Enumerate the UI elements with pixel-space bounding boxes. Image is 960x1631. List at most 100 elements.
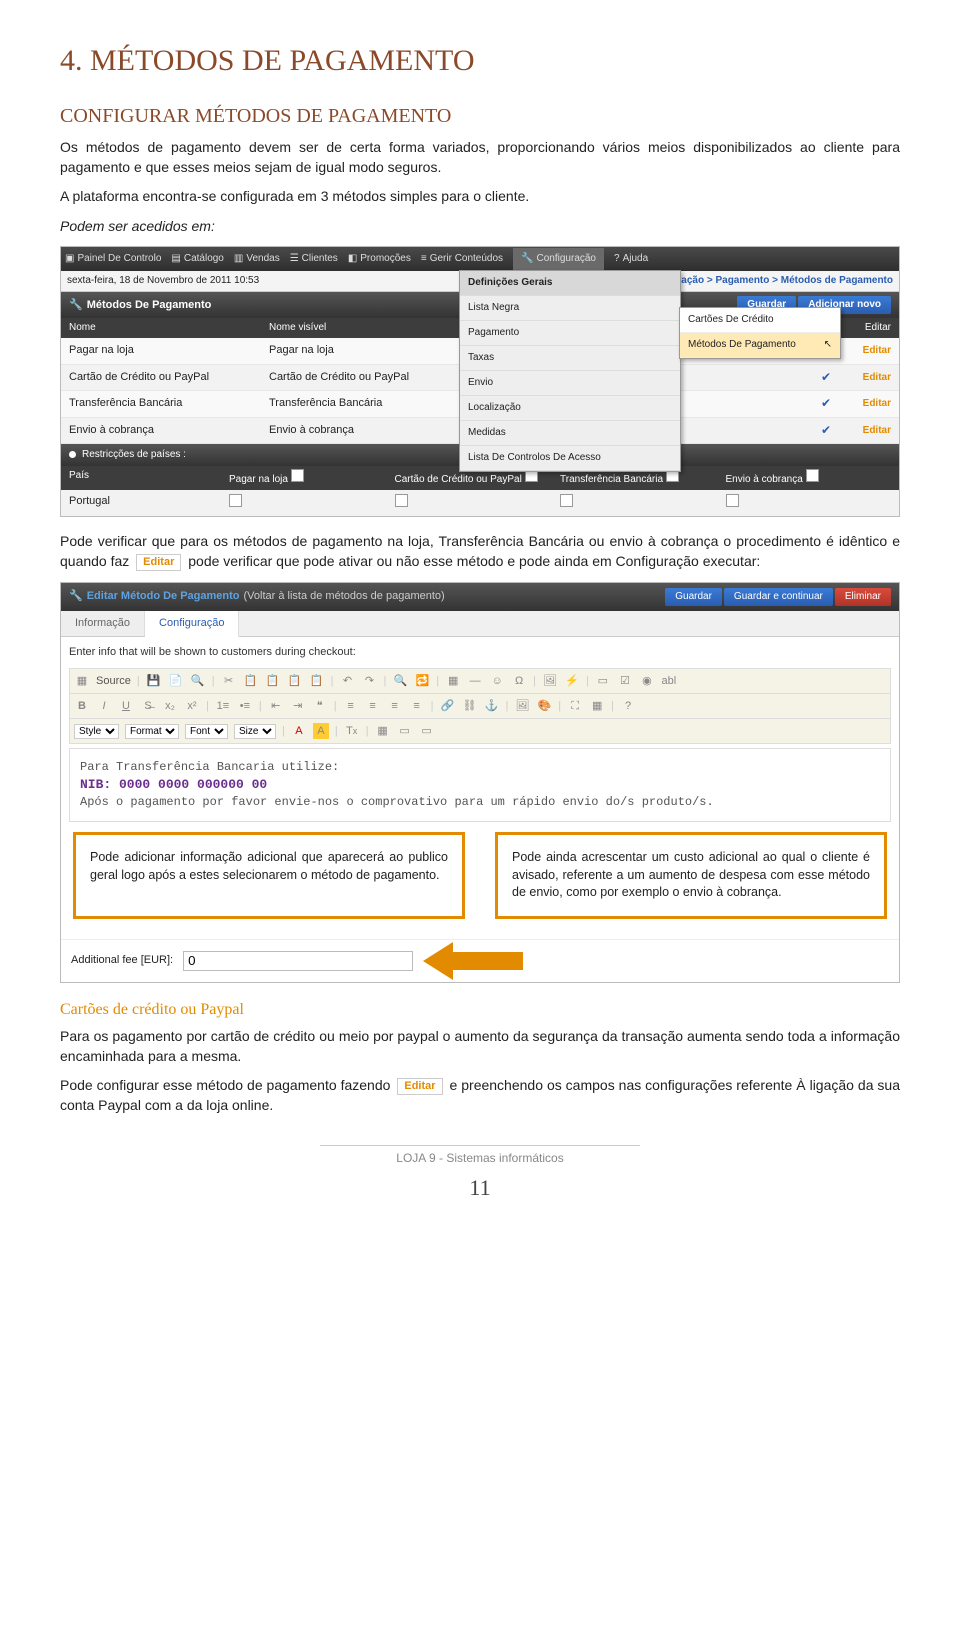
dropdown-item[interactable]: Pagamento bbox=[460, 321, 680, 346]
tx-icon[interactable]: Tx bbox=[344, 723, 360, 739]
nav-config[interactable]: 🔧Configuração bbox=[513, 248, 604, 270]
checkbox[interactable] bbox=[806, 469, 819, 482]
smiley-icon[interactable]: ☺ bbox=[489, 673, 505, 689]
indent-icon[interactable]: ⇥ bbox=[290, 698, 306, 714]
special-icon[interactable]: Ω bbox=[511, 673, 527, 689]
font-select[interactable]: Font bbox=[185, 724, 228, 739]
size-select[interactable]: Size bbox=[234, 724, 276, 739]
style-select[interactable]: Style bbox=[74, 724, 119, 739]
checkbox[interactable] bbox=[395, 494, 408, 507]
justify-icon[interactable]: ≡ bbox=[409, 698, 425, 714]
editar-badge-inline[interactable]: Editar bbox=[397, 1078, 442, 1095]
paste-word-icon[interactable]: 📋 bbox=[309, 673, 325, 689]
newpage-icon[interactable]: 📄 bbox=[168, 673, 184, 689]
table-icon[interactable]: ▦ bbox=[445, 673, 461, 689]
editar-badge-inline[interactable]: Editar bbox=[136, 554, 181, 571]
checkbox-icon[interactable]: ☑ bbox=[617, 673, 633, 689]
nav-catalog[interactable]: ▤Catálogo bbox=[171, 252, 223, 266]
dropdown-item[interactable]: Medidas bbox=[460, 421, 680, 446]
radio-icon[interactable]: ◉ bbox=[639, 673, 655, 689]
tab-config[interactable]: Configuração bbox=[145, 611, 239, 637]
nav-clients[interactable]: ☰Clientes bbox=[290, 252, 338, 266]
div-icon[interactable]: ▭ bbox=[397, 723, 413, 739]
dropdown-item[interactable]: Localização bbox=[460, 396, 680, 421]
dropdown-item[interactable]: Envio bbox=[460, 371, 680, 396]
save-continue-button[interactable]: Guardar e continuar bbox=[724, 588, 833, 606]
iframe-icon[interactable]: ▭ bbox=[419, 723, 435, 739]
checkbox[interactable] bbox=[726, 494, 739, 507]
help-icon[interactable]: ? bbox=[620, 698, 636, 714]
redo-icon[interactable]: ↷ bbox=[361, 673, 377, 689]
nav-promo[interactable]: ◧Promoções bbox=[348, 252, 411, 266]
ul-icon[interactable]: •≡ bbox=[237, 698, 253, 714]
editor-toolbar-2: B I U S̶ x₂ x² | 1≡ •≡ | ⇤ ⇥ ❝ | ≡ ≡ ≡ ≡… bbox=[69, 694, 891, 719]
submenu-item[interactable]: Cartões De Crédito bbox=[680, 308, 840, 333]
save-icon[interactable]: 💾 bbox=[146, 673, 162, 689]
dropdown-item[interactable]: Lista De Controlos De Acesso bbox=[460, 446, 680, 471]
save-button[interactable]: Guardar bbox=[665, 588, 722, 606]
italic-icon[interactable]: I bbox=[96, 698, 112, 714]
bgcolor-icon[interactable]: A bbox=[313, 723, 329, 739]
anchor-icon[interactable]: ⚓ bbox=[483, 698, 499, 714]
edit-link[interactable]: Editar bbox=[863, 398, 891, 409]
replace-icon[interactable]: 🔁 bbox=[414, 673, 430, 689]
source-label[interactable]: Source bbox=[96, 674, 131, 689]
dropdown-item[interactable]: Definições Gerais bbox=[460, 271, 680, 296]
form-icon[interactable]: ▭ bbox=[595, 673, 611, 689]
hr-icon[interactable]: ― bbox=[467, 673, 483, 689]
dropdown-item[interactable]: Lista Negra bbox=[460, 296, 680, 321]
dropdown-item[interactable]: Taxas bbox=[460, 346, 680, 371]
nav-sales[interactable]: ▥Vendas bbox=[234, 252, 280, 266]
outdent-icon[interactable]: ⇤ bbox=[268, 698, 284, 714]
link-icon[interactable]: 🔗 bbox=[439, 698, 455, 714]
align-right-icon[interactable]: ≡ bbox=[387, 698, 403, 714]
maximize-icon[interactable]: ⛶ bbox=[567, 698, 583, 714]
textcolor-icon[interactable]: A bbox=[291, 723, 307, 739]
editor-body[interactable]: Para Transferência Bancaria utilize: NIB… bbox=[69, 748, 891, 822]
format-select[interactable]: Format bbox=[125, 724, 179, 739]
delete-button[interactable]: Eliminar bbox=[835, 588, 891, 606]
underline-icon[interactable]: U bbox=[118, 698, 134, 714]
unlink-icon[interactable]: ⛓ bbox=[461, 698, 477, 714]
find-icon[interactable]: 🔍 bbox=[392, 673, 408, 689]
checkbox[interactable] bbox=[229, 494, 242, 507]
checkbox[interactable] bbox=[560, 494, 573, 507]
source-icon[interactable]: ▦ bbox=[74, 673, 90, 689]
template-icon[interactable]: ▦ bbox=[375, 723, 391, 739]
cut-icon[interactable]: ✂ bbox=[221, 673, 237, 689]
align-center-icon[interactable]: ≡ bbox=[365, 698, 381, 714]
ol-icon[interactable]: 1≡ bbox=[215, 698, 231, 714]
edit-link[interactable]: Editar bbox=[863, 425, 891, 436]
image-icon[interactable]: 🖼 bbox=[542, 673, 558, 689]
nav-label: Catálogo bbox=[184, 252, 224, 266]
submenu-item-active[interactable]: Métodos De Pagamento ↖ bbox=[680, 333, 840, 358]
quote-icon[interactable]: ❝ bbox=[312, 698, 328, 714]
sub-icon[interactable]: x₂ bbox=[162, 698, 178, 714]
undo-icon[interactable]: ↶ bbox=[339, 673, 355, 689]
flash-icon[interactable]: ⚡ bbox=[564, 673, 580, 689]
sup-icon[interactable]: x² bbox=[184, 698, 200, 714]
cell-visible: Pagar na loja bbox=[269, 343, 469, 358]
blocks-icon[interactable]: ▦ bbox=[589, 698, 605, 714]
color-icon[interactable]: 🎨 bbox=[536, 698, 552, 714]
copy-icon[interactable]: 📋 bbox=[243, 673, 259, 689]
nav-help[interactable]: ?Ajuda bbox=[614, 252, 648, 266]
strike-icon[interactable]: S̶ bbox=[140, 698, 156, 714]
back-link[interactable]: (Voltar à lista de métodos de pagamento) bbox=[244, 589, 445, 604]
paste-icon[interactable]: 📋 bbox=[265, 673, 281, 689]
bold-icon[interactable]: B bbox=[74, 698, 90, 714]
fee-input[interactable] bbox=[183, 951, 413, 971]
preview-icon[interactable]: 🔍 bbox=[190, 673, 206, 689]
nav-controlpanel[interactable]: ▣Painel De Controlo bbox=[65, 252, 161, 266]
textfield-icon[interactable]: abl bbox=[661, 673, 677, 689]
wrench-icon: 🔧 bbox=[69, 589, 83, 604]
checkbox[interactable] bbox=[291, 469, 304, 482]
edit-link[interactable]: Editar bbox=[863, 345, 891, 356]
nav-content[interactable]: ≡Gerir Conteúdos bbox=[421, 252, 503, 266]
page-heading: 4. MÉTODOS DE PAGAMENTO bbox=[60, 40, 900, 82]
align-left-icon[interactable]: ≡ bbox=[343, 698, 359, 714]
image-icon[interactable]: 🖼 bbox=[514, 698, 530, 714]
edit-link[interactable]: Editar bbox=[863, 372, 891, 383]
tab-info[interactable]: Informação bbox=[61, 611, 145, 636]
paste-text-icon[interactable]: 📋 bbox=[287, 673, 303, 689]
